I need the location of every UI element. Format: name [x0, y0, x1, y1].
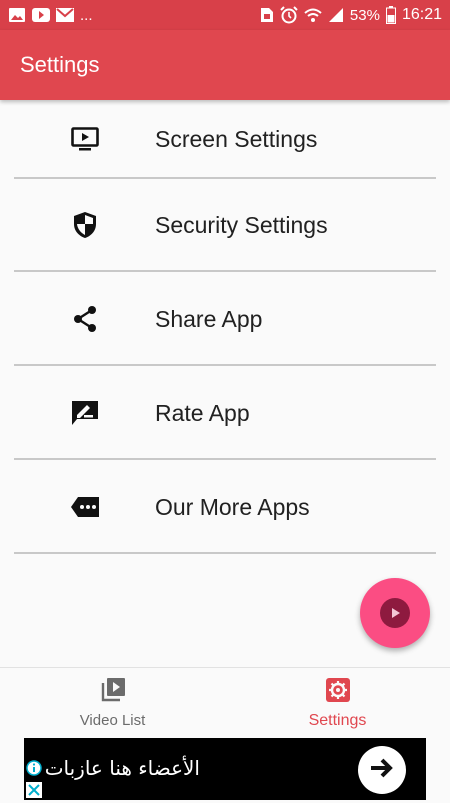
battery-icon — [385, 6, 396, 24]
signal-icon — [328, 7, 344, 23]
wifi-icon — [304, 7, 322, 23]
list-item-more-apps[interactable]: Our More Apps — [0, 460, 450, 554]
ad-text: الأعضاء هنا عازبات — [44, 756, 200, 780]
list-item-security-settings[interactable]: Security Settings — [0, 178, 450, 272]
nav-label: Video List — [79, 712, 146, 729]
alarm-icon — [280, 6, 298, 24]
ad-banner[interactable]: الأعضاء هنا عازبات — [24, 738, 426, 800]
info-icon[interactable] — [26, 760, 42, 776]
page-title: Settings — [20, 52, 100, 77]
rate-icon — [70, 398, 100, 428]
screen-icon — [70, 124, 100, 154]
list-item-label: Security Settings — [155, 211, 328, 238]
battery-percent: 53% — [349, 6, 380, 24]
sim-icon — [260, 7, 274, 23]
more-apps-icon — [70, 492, 100, 522]
settings-list: Screen Settings Security Settings Share … — [0, 100, 450, 554]
status-overflow: ... — [80, 6, 93, 24]
list-item-label: Our More Apps — [155, 493, 310, 520]
clock: 16:21 — [401, 6, 442, 23]
image-icon — [8, 7, 26, 23]
settings-icon — [325, 677, 351, 708]
bottom-navigation: Video List Settings — [0, 667, 450, 738]
play-fab-button[interactable] — [360, 578, 430, 648]
youtube-icon — [32, 8, 50, 22]
list-item-label: Rate App — [155, 399, 250, 426]
nav-label: Settings — [308, 711, 367, 729]
ad-arrow-button[interactable] — [358, 746, 406, 794]
divider — [14, 552, 436, 554]
list-item-label: Share App — [155, 305, 263, 332]
nav-item-settings[interactable]: Settings — [225, 668, 450, 738]
arrow-right-icon — [369, 757, 395, 784]
video-library-icon — [100, 677, 126, 708]
nav-item-video-list[interactable]: Video List — [0, 668, 225, 738]
status-bar: ... 53% 16:21 — [0, 0, 450, 30]
close-icon[interactable] — [26, 782, 42, 798]
list-item-share-app[interactable]: Share App — [0, 272, 450, 366]
shield-icon — [70, 210, 100, 240]
play-icon — [380, 598, 410, 628]
app-bar: Settings — [0, 30, 450, 100]
list-item-screen-settings[interactable]: Screen Settings — [0, 100, 450, 179]
mail-icon — [56, 8, 74, 22]
list-item-label: Screen Settings — [155, 125, 318, 152]
share-icon — [70, 304, 100, 334]
list-item-rate-app[interactable]: Rate App — [0, 366, 450, 460]
